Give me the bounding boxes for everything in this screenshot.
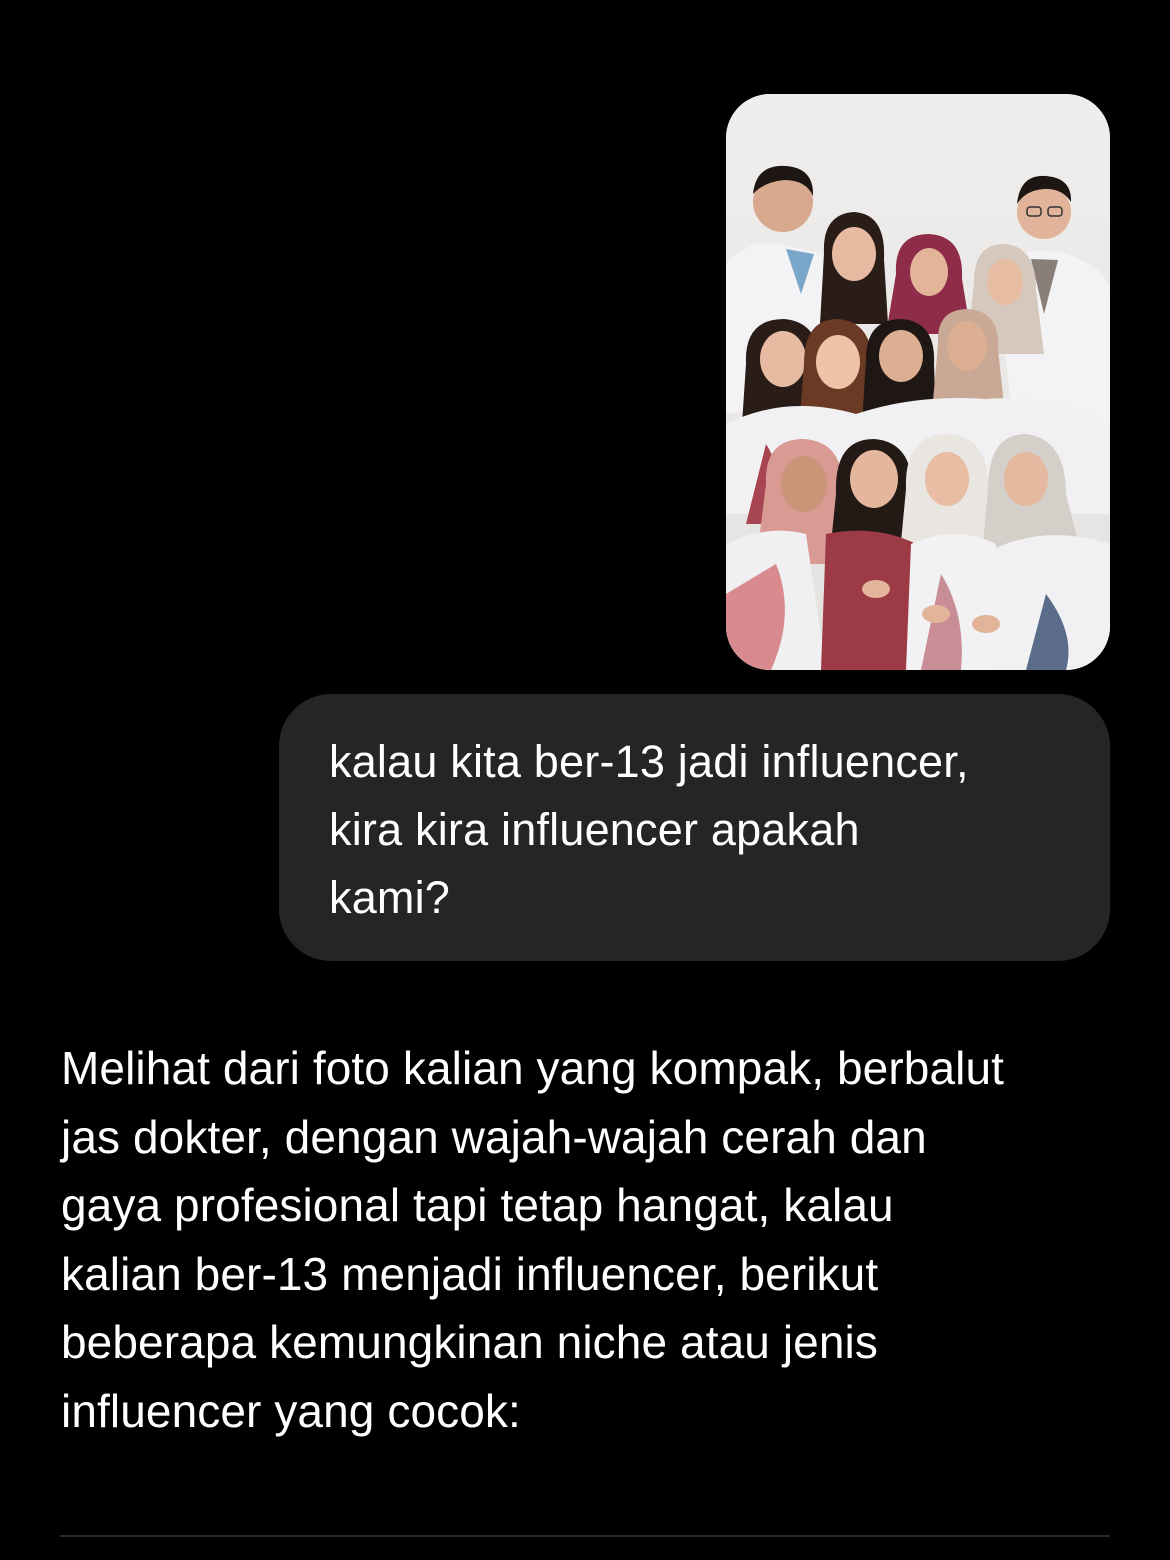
attached-photo[interactable]	[726, 94, 1110, 670]
group-photo-icon	[726, 94, 1110, 670]
chat-thread: kalau kita ber-13 jadi influencer, kira …	[0, 0, 1170, 1560]
user-message-bubble: kalau kita ber-13 jadi influencer, kira …	[279, 694, 1110, 961]
assistant-message-text: Melihat dari foto kalian yang kompak, be…	[61, 1042, 1005, 1437]
message-divider	[60, 1535, 1110, 1537]
user-message-text: kalau kita ber-13 jadi influencer, kira …	[329, 736, 969, 923]
